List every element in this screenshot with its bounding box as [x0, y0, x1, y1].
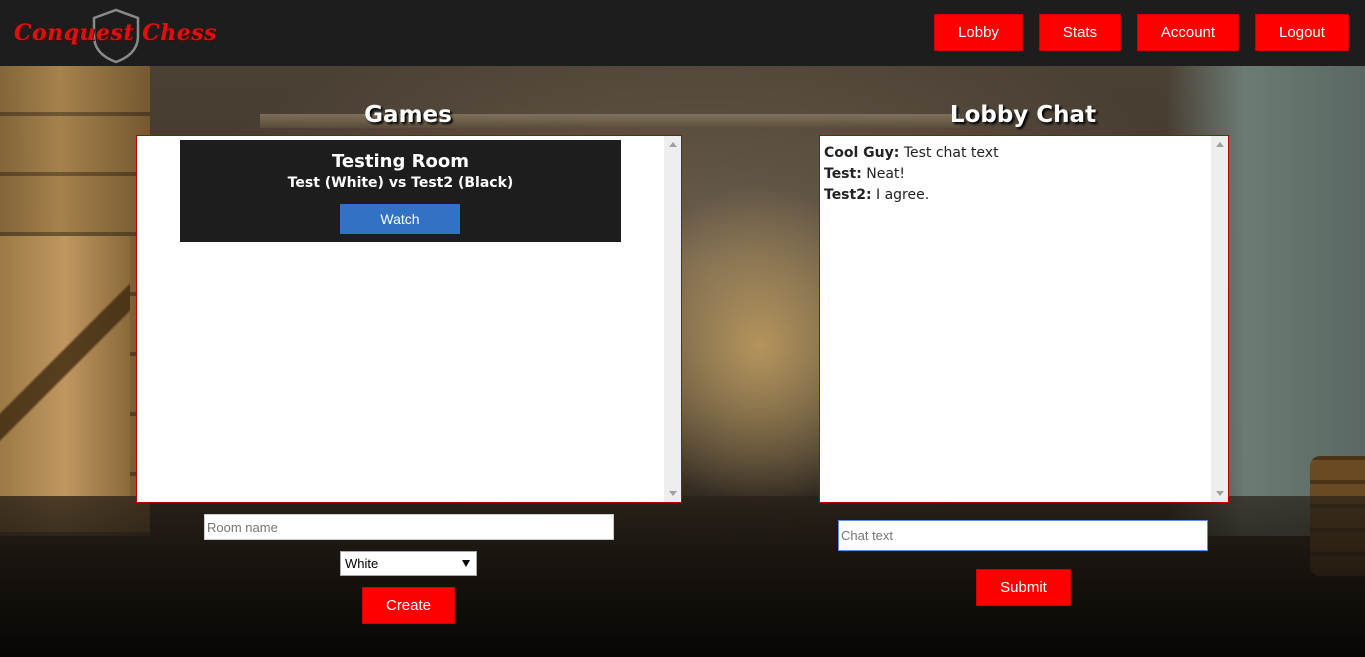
nav-stats-button[interactable]: Stats	[1039, 14, 1121, 51]
top-header: Conquest Chess Lobby Stats Account Logou…	[0, 0, 1365, 66]
logo[interactable]: Conquest Chess	[14, 8, 224, 64]
watch-button[interactable]: Watch	[340, 204, 460, 234]
chat-user: Test2:	[824, 187, 872, 203]
chat-log-panel[interactable]: Cool Guy: Test chat text Test: Neat! Tes…	[819, 135, 1229, 503]
games-scrollbar[interactable]	[664, 136, 681, 502]
scroll-up-icon[interactable]	[1216, 142, 1224, 147]
chat-message: Cool Guy: Test chat text	[824, 143, 999, 164]
logo-text: Conquest Chess	[14, 20, 218, 46]
nav-lobby-button[interactable]: Lobby	[934, 14, 1023, 51]
chat-heading: Lobby Chat	[949, 102, 1097, 128]
chat-text: Neat!	[866, 166, 906, 182]
game-room-card: Testing Room Test (White) vs Test2 (Blac…	[180, 140, 621, 242]
color-select-value: White	[345, 556, 379, 571]
games-heading: Games	[364, 102, 452, 128]
background-crate	[0, 236, 130, 496]
nav-account-button[interactable]: Account	[1137, 14, 1239, 51]
room-name-input[interactable]: Room name	[204, 514, 614, 540]
chat-text: Test chat text	[903, 145, 999, 161]
scroll-down-icon[interactable]	[669, 491, 677, 496]
room-title: Testing Room	[332, 151, 469, 172]
submit-button[interactable]: Submit	[976, 569, 1071, 606]
chat-user: Cool Guy:	[824, 145, 900, 161]
create-button[interactable]: Create	[362, 587, 455, 624]
nav-logout-button[interactable]: Logout	[1255, 14, 1349, 51]
scroll-up-icon[interactable]	[669, 142, 677, 147]
room-players: Test (White) vs Test2 (Black)	[287, 175, 514, 191]
chat-text: I agree.	[876, 187, 930, 203]
color-select[interactable]: White	[340, 551, 477, 576]
chat-message: Test2: I agree.	[824, 185, 999, 206]
games-list-panel[interactable]: Testing Room Test (White) vs Test2 (Blac…	[136, 135, 682, 503]
scroll-down-icon[interactable]	[1216, 491, 1224, 496]
chevron-down-icon	[462, 560, 470, 567]
chat-message: Test: Neat!	[824, 164, 999, 185]
chat-messages: Cool Guy: Test chat text Test: Neat! Tes…	[824, 143, 999, 206]
chat-input[interactable]: Chat text	[838, 520, 1208, 551]
chat-user: Test:	[824, 166, 862, 182]
chat-scrollbar[interactable]	[1211, 136, 1228, 502]
